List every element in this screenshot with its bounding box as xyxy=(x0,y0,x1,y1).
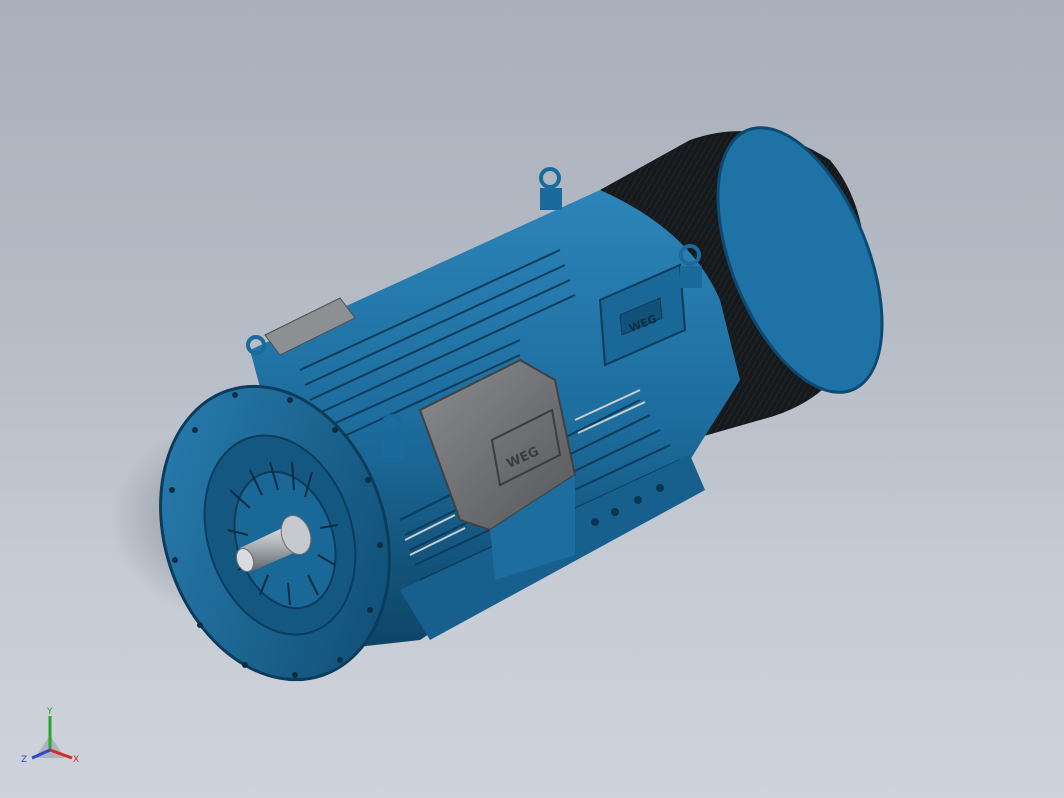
triad-x-label: X xyxy=(73,755,79,765)
foot-hole xyxy=(591,518,599,526)
view-orientation-triad[interactable]: Y X Z xyxy=(21,707,79,765)
foot-hole xyxy=(656,484,664,492)
motor-3d-model[interactable]: WEG WEG Y X Z xyxy=(0,0,1064,798)
graphics-viewport[interactable]: WEG WEG Y X Z xyxy=(0,0,1064,798)
triad-z-label: Z xyxy=(21,755,27,765)
triad-y-label: Y xyxy=(46,707,53,717)
foot-hole xyxy=(611,508,619,516)
lifting-eye[interactable] xyxy=(539,167,562,210)
foot-hole xyxy=(634,496,642,504)
